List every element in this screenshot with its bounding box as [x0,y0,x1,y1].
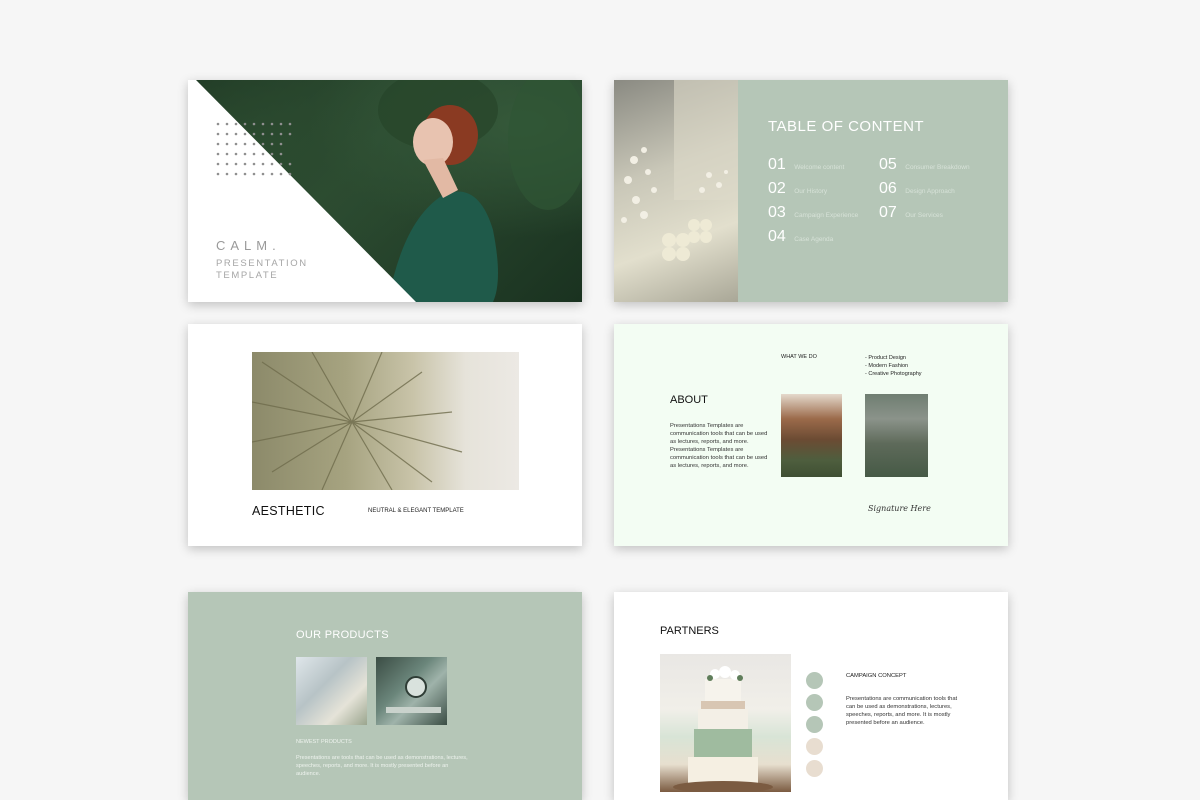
product-photo-fabric [296,657,367,725]
signature: Signature Here [868,504,931,513]
toc-item-label: Campaign Experience [794,212,859,219]
toc-item-01[interactable]: 01 Welcome content [768,156,844,174]
cover-subtitle-line1: PRESENTATION [216,258,308,269]
service-item: - Creative Photography [865,371,922,377]
slide-aesthetic[interactable]: AESTHETIC NEUTRAL & ELEGANT TEMPLATE [188,324,582,546]
toc-item-03[interactable]: 03 Campaign Experience [768,204,858,222]
wedding-cake-photo [660,654,791,792]
toc-item-label: Design Approach [905,188,955,195]
aesthetic-subtitle: NEUTRAL & ELEGANT TEMPLATE [368,508,464,514]
toc-item-06[interactable]: 06 Design Approach [879,180,955,198]
color-swatch [806,716,823,733]
toc-item-label: Our Services [905,212,943,219]
woman-portrait-photo [781,394,842,477]
dot-grid-pattern [216,122,292,176]
slide-table-of-content[interactable]: TABLE OF CONTENT 01 Welcome content 02 O… [614,80,1008,302]
toc-item-number: 04 [768,228,786,245]
toc-item-02[interactable]: 02 Our History [768,180,827,198]
cover-subtitle: PRESENTATION TEMPLATE [216,258,336,282]
color-swatch [806,738,823,755]
dried-palm-leaf-photo [252,352,519,490]
toc-item-label: Consumer Breakdown [905,164,970,171]
aesthetic-title: AESTHETIC [252,504,325,518]
slide-cover[interactable]: CALM. PRESENTATION TEMPLATE [188,80,582,302]
slide-partners[interactable]: PARTNERS CAMPAIGN CONCEPT Presentations … [614,592,1008,800]
partners-paragraph: Presentations are communication tools th… [846,696,958,726]
service-item: - Modern Fashion [865,363,909,369]
product-photo-vintage-car [376,657,447,725]
color-swatch [806,672,823,689]
toc-item-number: 06 [879,180,897,197]
services-list: - Product Design - Modern Fashion - Crea… [865,354,922,378]
about-title: ABOUT [670,394,708,406]
slide-our-products[interactable]: OUR PRODUCTS NEWEST PRODUCTS Presentatio… [188,592,582,800]
toc-item-number: 07 [879,204,897,221]
cover-title: CALM. [216,238,281,253]
flowers-candle-photo [614,80,738,302]
color-swatch [806,694,823,711]
toc-item-04[interactable]: 04 Case Agenda [768,228,833,246]
woman-sitting-photo [865,394,928,477]
toc-item-number: 03 [768,204,786,221]
toc-item-number: 01 [768,156,786,173]
products-title: OUR PRODUCTS [296,629,389,641]
about-paragraph: Presentations Templates are communicatio… [670,423,768,469]
toc-item-05[interactable]: 05 Consumer Breakdown [879,156,970,174]
what-we-do-label: WHAT WE DO [781,354,817,360]
toc-title: TABLE OF CONTENT [768,118,925,135]
slide-about[interactable]: WHAT WE DO - Product Design - Modern Fas… [614,324,1008,546]
toc-item-number: 05 [879,156,897,173]
toc-item-label: Welcome content [794,164,845,171]
toc-item-label: Our History [794,188,828,195]
toc-item-number: 02 [768,180,786,197]
partners-title: PARTNERS [660,625,719,637]
newest-products-label: NEWEST PRODUCTS [296,739,352,745]
campaign-concept-label: CAMPAIGN CONCEPT [846,673,907,679]
service-item: - Product Design [865,355,906,361]
toc-item-07[interactable]: 07 Our Services [879,204,943,222]
products-paragraph: Presentations are tools that can be used… [296,755,468,777]
toc-item-label: Case Agenda [794,236,834,243]
cover-subtitle-line2: TEMPLATE [216,270,279,281]
color-swatch [806,760,823,777]
